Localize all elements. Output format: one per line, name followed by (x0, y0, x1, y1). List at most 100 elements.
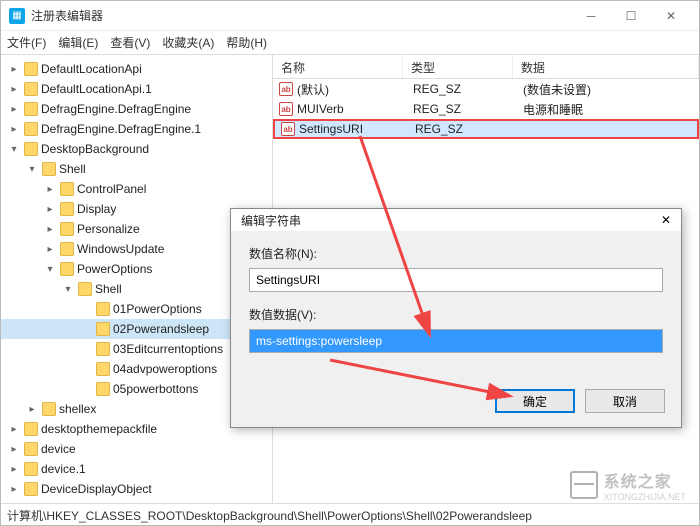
tree-label: 05powerbottons (113, 382, 198, 396)
folder-icon (24, 62, 38, 76)
menu-help[interactable]: 帮助(H) (226, 34, 267, 51)
chevron-right-icon[interactable]: ▸ (25, 404, 39, 415)
folder-icon (24, 102, 38, 116)
dialog-body: 数值名称(N): 数值数据(V): (231, 231, 681, 381)
chevron-down-icon[interactable]: ▾ (7, 144, 21, 155)
tree-item[interactable]: ▸ DeviceDisplayObject (1, 479, 272, 499)
folder-icon (24, 442, 38, 456)
value-name: MUIVerb (297, 102, 413, 116)
maximize-button[interactable]: ☐ (611, 2, 651, 30)
folder-icon (60, 182, 74, 196)
tree-label: DesktopBackground (41, 142, 149, 156)
ok-button[interactable]: 确定 (495, 389, 575, 413)
col-type[interactable]: 类型 (403, 55, 513, 78)
list-row[interactable]: ab MUIVerbREG_SZ电源和睡眠 (273, 99, 699, 119)
chevron-right-icon[interactable]: ▸ (43, 184, 57, 195)
value-data-label: 数值数据(V): (249, 306, 663, 323)
col-data[interactable]: 数据 (513, 55, 699, 78)
titlebar: ▦ 注册表编辑器 ─ ☐ ✕ (1, 1, 699, 31)
dialog-buttons: 确定 取消 (231, 381, 681, 427)
value-type: REG_SZ (413, 82, 523, 96)
folder-icon (24, 422, 38, 436)
watermark-text: 系统之家 (604, 468, 686, 492)
string-value-icon: ab (279, 82, 293, 96)
folder-icon (78, 282, 92, 296)
tree-label: device (41, 442, 76, 456)
watermark-logo-icon (570, 471, 598, 499)
tree-item[interactable]: ▸ device.1 (1, 459, 272, 479)
chevron-right-icon[interactable]: ▸ (7, 104, 21, 115)
tree-item[interactable]: ▸ DefaultLocationApi (1, 59, 272, 79)
tree-label: DefaultLocationApi.1 (41, 82, 152, 96)
close-button[interactable]: ✕ (651, 2, 691, 30)
menu-file[interactable]: 文件(F) (7, 34, 46, 51)
tree-item[interactable]: ▸ device (1, 439, 272, 459)
cancel-button[interactable]: 取消 (585, 389, 665, 413)
string-value-icon: ab (279, 102, 293, 116)
chevron-right-icon[interactable]: ▸ (7, 124, 21, 135)
folder-icon (96, 382, 110, 396)
app-icon: ▦ (9, 8, 25, 24)
tree-label: device.1 (41, 462, 86, 476)
value-data-input[interactable] (249, 329, 663, 353)
list-row[interactable]: abSettingsURIREG_SZ (273, 119, 699, 139)
tree-label: ControlPanel (77, 182, 146, 196)
chevron-right-icon[interactable]: ▸ (7, 424, 21, 435)
tree-label: shellex (59, 402, 96, 416)
tree-item[interactable]: ▸ ControlPanel (1, 179, 272, 199)
value-type: REG_SZ (415, 122, 525, 136)
folder-icon (96, 342, 110, 356)
value-name-label: 数值名称(N): (249, 245, 663, 262)
value-name: (默认) (297, 81, 413, 98)
folder-icon (96, 322, 110, 336)
folder-icon (42, 162, 56, 176)
col-name[interactable]: 名称 (273, 55, 403, 78)
menu-favorites[interactable]: 收藏夹(A) (162, 34, 214, 51)
menu-edit[interactable]: 编辑(E) (58, 34, 98, 51)
chevron-right-icon[interactable]: ▸ (7, 464, 21, 475)
minimize-button[interactable]: ─ (571, 2, 611, 30)
tree-item[interactable]: ▸ DefaultLocationApi.1 (1, 79, 272, 99)
chevron-right-icon[interactable]: ▸ (7, 64, 21, 75)
folder-icon (60, 262, 74, 276)
chevron-right-icon[interactable]: ▸ (43, 204, 57, 215)
dialog-close-button[interactable]: ✕ (661, 213, 671, 227)
value-data: 电源和睡眠 (523, 101, 699, 118)
chevron-right-icon[interactable]: ▸ (7, 444, 21, 455)
folder-icon (60, 242, 74, 256)
watermark-sub: XITONGZHIJIA.NET (604, 492, 686, 502)
chevron-right-icon[interactable]: ▸ (7, 484, 21, 495)
menu-view[interactable]: 查看(V) (110, 34, 150, 51)
menubar: 文件(F) 编辑(E) 查看(V) 收藏夹(A) 帮助(H) (1, 31, 699, 55)
tree-label: 02Powerandsleep (113, 322, 209, 336)
tree-label: DefaultLocationApi (41, 62, 142, 76)
chevron-down-icon[interactable]: ▾ (61, 284, 75, 295)
edit-string-dialog: 编辑字符串 ✕ 数值名称(N): 数值数据(V): 确定 取消 (230, 208, 682, 428)
tree-item[interactable]: ▾ DesktopBackground (1, 139, 272, 159)
watermark: 系统之家 XITONGZHIJIA.NET (570, 468, 686, 502)
chevron-right-icon[interactable]: ▸ (43, 224, 57, 235)
tree-label: Shell (59, 162, 86, 176)
tree-label: Shell (95, 282, 122, 296)
tree-label: Display (77, 202, 116, 216)
value-type: REG_SZ (413, 102, 523, 116)
value-name-input[interactable] (249, 268, 663, 292)
chevron-down-icon[interactable]: ▾ (25, 164, 39, 175)
chevron-right-icon[interactable]: ▸ (43, 244, 57, 255)
dialog-title: 编辑字符串 (241, 212, 661, 229)
chevron-right-icon[interactable]: ▸ (7, 84, 21, 95)
tree-item[interactable]: ▸DefragEngine.DefragEngine.1 (1, 119, 272, 139)
tree-label: DeviceDisplayObject (41, 482, 152, 496)
folder-icon (24, 122, 38, 136)
tree-item[interactable]: ▾ Shell (1, 159, 272, 179)
value-name: SettingsURI (299, 122, 415, 136)
folder-icon (60, 222, 74, 236)
value-data: (数值未设置) (523, 81, 699, 98)
folder-icon (24, 142, 38, 156)
tree-label: desktopthemepackfile (41, 422, 157, 436)
tree-item[interactable]: ▸DefragEngine.DefragEngine (1, 99, 272, 119)
tree-label: Personalize (77, 222, 140, 236)
list-row[interactable]: ab (默认)REG_SZ(数值未设置) (273, 79, 699, 99)
chevron-down-icon[interactable]: ▾ (43, 264, 57, 275)
folder-icon (60, 202, 74, 216)
